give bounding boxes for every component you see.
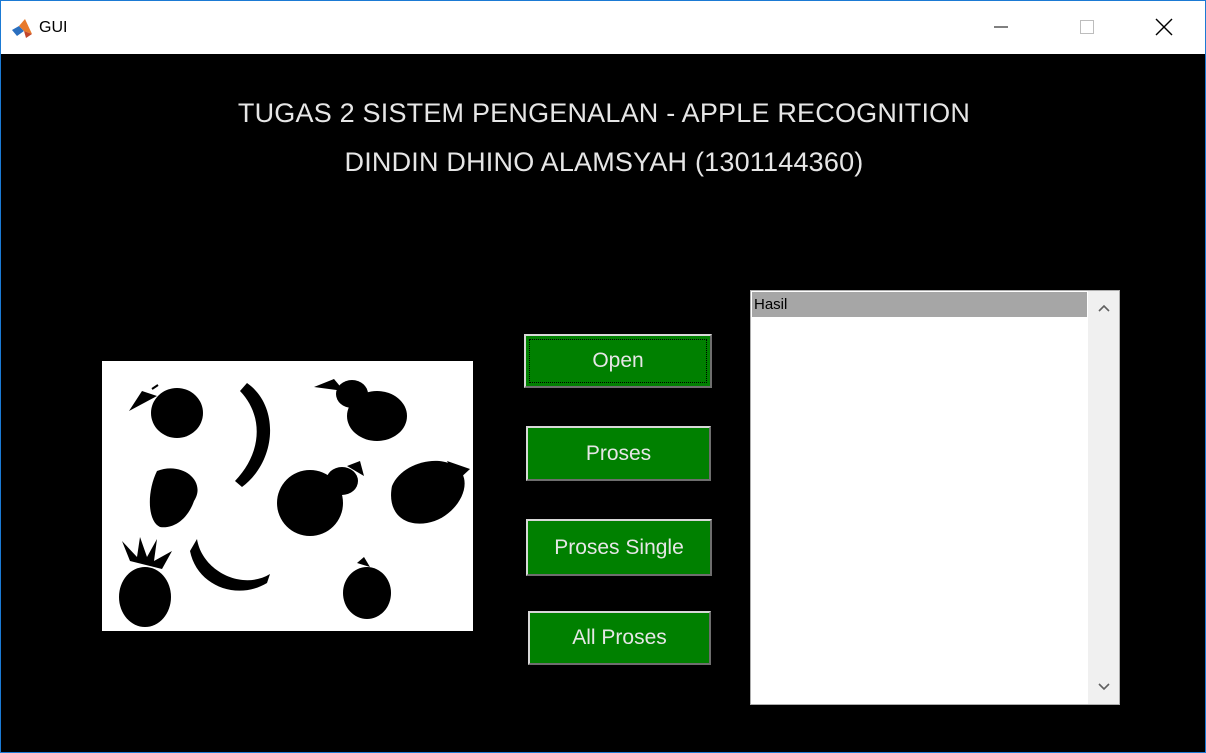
fruit-image xyxy=(119,379,470,627)
minimize-icon xyxy=(994,26,1008,28)
result-listbox[interactable]: Hasil xyxy=(750,290,1120,705)
maximize-icon xyxy=(1080,20,1094,34)
minimize-button[interactable] xyxy=(978,7,1024,47)
all-proses-button[interactable]: All Proses xyxy=(528,611,711,665)
author-heading: DINDIN DHINO ALAMSYAH (1301144360) xyxy=(344,147,864,177)
chevron-down-icon xyxy=(1097,683,1110,691)
image-axes xyxy=(102,361,473,631)
list-item[interactable]: Hasil xyxy=(752,292,1087,317)
scroll-down-button[interactable] xyxy=(1088,672,1119,702)
proses-single-button[interactable]: Proses Single xyxy=(526,519,712,576)
close-icon xyxy=(1155,18,1173,36)
window-title: GUI xyxy=(39,19,68,36)
matlab-icon xyxy=(12,19,32,38)
title-heading: TUGAS 2 SISTEM PENGENALAN - APPLE RECOGN… xyxy=(237,98,971,128)
title-bar[interactable]: GUI xyxy=(1,1,1205,54)
gui-window: GUI TUGAS 2 SISTEM PENGENALAN - APPLE RE… xyxy=(0,0,1206,753)
chevron-up-icon xyxy=(1097,304,1110,312)
scroll-up-button[interactable] xyxy=(1088,293,1119,323)
proses-button[interactable]: Proses xyxy=(526,426,711,481)
close-button[interactable] xyxy=(1141,7,1187,47)
vertical-scrollbar[interactable] xyxy=(1088,291,1119,704)
open-button[interactable]: Open xyxy=(524,334,712,388)
maximize-button[interactable] xyxy=(1064,7,1110,47)
